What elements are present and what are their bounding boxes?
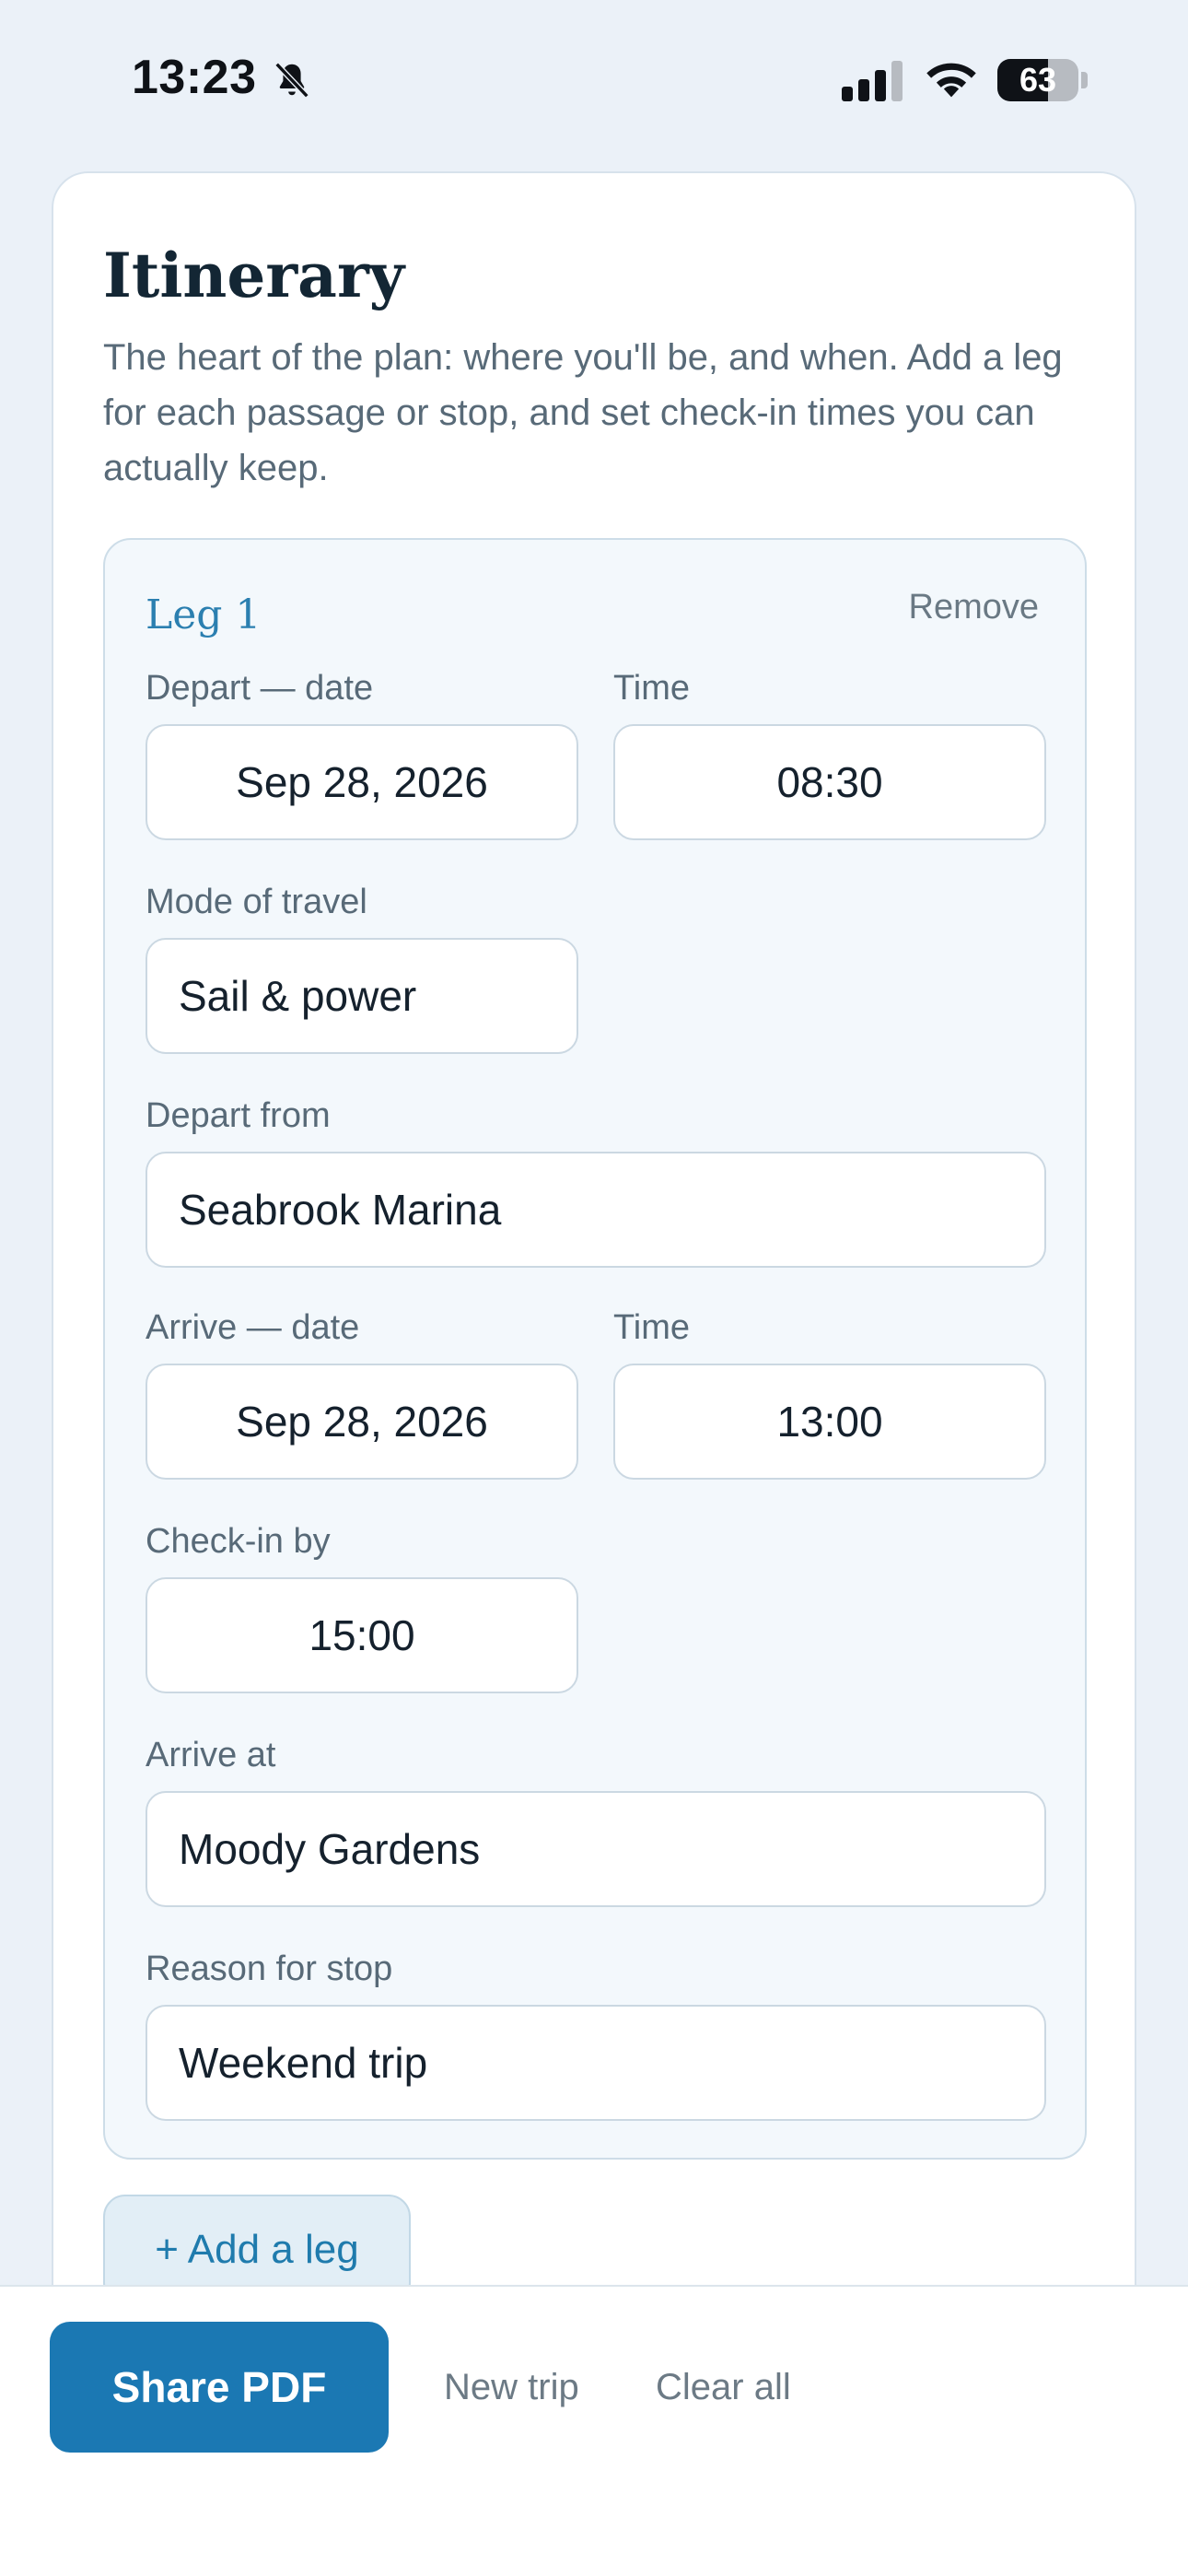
clear-all-button[interactable]: Clear all	[656, 2322, 791, 2453]
mode-of-travel-field[interactable]: Sail & power	[146, 938, 578, 1054]
leg-card: Leg 1 Remove Depart — date Sep 28, 2026 …	[103, 538, 1087, 2160]
arrive-date-field[interactable]: Sep 28, 2026	[146, 1364, 578, 1480]
cellular-signal-icon	[842, 61, 903, 101]
arrive-at-label: Arrive at	[146, 1736, 276, 1774]
itinerary-card: Itinerary The heart of the plan: where y…	[52, 171, 1136, 2576]
leg-title: Leg 1	[146, 591, 262, 638]
app-screen: 13:23 63 Itinerary The heart of the plan…	[0, 0, 1188, 2576]
wifi-icon	[926, 63, 976, 98]
depart-date-label: Depart — date	[146, 669, 374, 708]
depart-date-field[interactable]: Sep 28, 2026	[146, 724, 578, 840]
remove-leg-button[interactable]: Remove	[909, 588, 1040, 627]
depart-time-label: Time	[613, 669, 691, 708]
section-title: Itinerary	[103, 240, 405, 311]
arrive-at-field[interactable]: Moody Gardens	[146, 1791, 1046, 1907]
reason-for-stop-field[interactable]: Weekend trip	[146, 2005, 1046, 2121]
arrive-time-field[interactable]: 13:00	[613, 1364, 1046, 1480]
battery-level: 63	[1019, 61, 1057, 99]
checkin-time-field[interactable]: 15:00	[146, 1577, 578, 1693]
section-description: The heart of the plan: where you'll be, …	[103, 337, 1063, 488]
status-bar: 13:23 63	[0, 0, 1188, 157]
depart-time-field[interactable]: 08:30	[613, 724, 1046, 840]
depart-from-field[interactable]: Seabrook Marina	[146, 1152, 1046, 1268]
arrive-date-label: Arrive — date	[146, 1308, 360, 1347]
share-pdf-button[interactable]: Share PDF	[50, 2322, 389, 2453]
battery-cap	[1081, 72, 1088, 88]
bottom-action-bar: Share PDF New trip Clear all	[0, 2285, 1188, 2576]
new-trip-button[interactable]: New trip	[444, 2322, 579, 2453]
depart-from-label: Depart from	[146, 1096, 331, 1135]
arrive-time-label: Time	[613, 1308, 691, 1347]
mode-label: Mode of travel	[146, 883, 367, 921]
bell-slash-icon	[274, 62, 309, 99]
reason-label: Reason for stop	[146, 1950, 393, 1988]
status-time: 13:23	[132, 51, 257, 104]
checkin-label: Check-in by	[146, 1522, 331, 1561]
battery-indicator: 63	[997, 59, 1078, 101]
